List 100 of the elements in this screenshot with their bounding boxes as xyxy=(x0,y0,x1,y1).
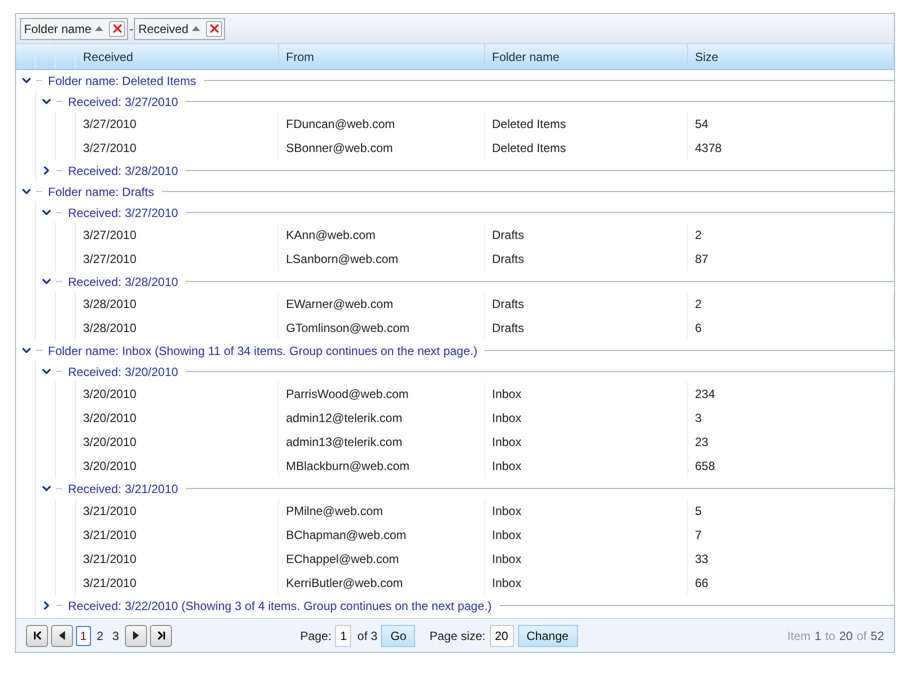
table-cell-text: EChappel@web.com xyxy=(286,551,399,568)
item-range-word: Item xyxy=(787,628,811,644)
table-cell-text: admin12@telerik.com xyxy=(286,410,402,427)
table-cell-text: 234 xyxy=(695,386,716,403)
item-range-word: of xyxy=(856,628,867,644)
group-separator: - xyxy=(129,20,134,38)
column-header[interactable]: From xyxy=(279,44,485,69)
go-button[interactable]: Go xyxy=(381,624,416,646)
table-cell-text: 66 xyxy=(695,575,708,592)
change-button[interactable]: Change xyxy=(518,624,578,646)
table-cell-text: 3/20/2010 xyxy=(83,386,136,403)
close-icon xyxy=(110,22,124,35)
column-header[interactable]: Received xyxy=(76,44,279,69)
table-cell-text: EWarner@web.com xyxy=(286,296,394,313)
table-cell-text: 2 xyxy=(695,296,702,313)
table-cell-text: Inbox xyxy=(492,575,522,592)
table-cell-text: Deleted Items xyxy=(492,140,566,157)
group-header-label: Received: 3/27/2010 xyxy=(68,94,180,110)
group-chip-label: Folder name xyxy=(24,20,92,38)
group-header-label: Received: 3/28/2010 xyxy=(68,162,180,180)
table-cell-text: 658 xyxy=(695,458,716,475)
item-range-number: 1 xyxy=(814,628,822,644)
table-cell-text: MBlackburn@web.com xyxy=(286,458,410,475)
table-cell-text: 3/21/2010 xyxy=(83,575,136,592)
group-header-label: Folder name: Inbox (Showing 11 of 34 items. Group continues on the next page.) xyxy=(48,342,478,360)
table-cell-text: Deleted Items xyxy=(492,116,566,133)
page-input[interactable]: 1 xyxy=(335,624,352,646)
column-header[interactable]: Folder name xyxy=(485,44,688,69)
table-cell-text: 6 xyxy=(695,320,702,337)
table-cell-text: LSanborn@web.com xyxy=(286,251,398,268)
table-cell-text: 3/27/2010 xyxy=(83,140,136,157)
last-page-button[interactable] xyxy=(150,624,172,646)
table-cell-text: GTomlinson@web.com xyxy=(286,320,410,337)
previous-icon xyxy=(59,631,65,640)
table-cell-text: 5 xyxy=(695,503,702,520)
page-size-label: Page size: xyxy=(429,628,486,644)
table-cell-text: KAnn@web.com xyxy=(286,227,376,244)
page-number[interactable]: 3 xyxy=(109,626,122,646)
table-cell-text: admin13@telerik.com xyxy=(286,434,402,451)
group-header-label: Received: 3/20/2010 xyxy=(68,364,180,380)
table-cell-text: Inbox xyxy=(492,386,522,403)
first-page-button[interactable] xyxy=(26,624,48,646)
group-chip[interactable]: Folder name xyxy=(20,18,128,40)
table-cell-text: 3/20/2010 xyxy=(83,458,136,475)
item-range-word: to xyxy=(825,628,836,644)
page-number[interactable]: 1 xyxy=(76,626,91,646)
table-cell-text: Inbox xyxy=(492,527,522,544)
page-number[interactable]: 2 xyxy=(94,626,106,646)
group-header-label: Received: 3/21/2010 xyxy=(68,480,180,498)
group-header-label: Received: 3/22/2010 (Showing 3 of 4 items. Group continues on the next page.) xyxy=(68,598,493,614)
table-cell-text: Inbox xyxy=(492,434,522,451)
table-cell-text: 3/27/2010 xyxy=(83,251,136,268)
table-cell-text: 3/20/2010 xyxy=(83,434,136,451)
table-cell-text: 3/28/2010 xyxy=(83,320,136,337)
table-cell-text: 3/21/2010 xyxy=(83,503,136,520)
table-cell-text: Inbox xyxy=(492,503,522,520)
table-cell-text: Drafts xyxy=(492,251,524,268)
table-cell-text: 54 xyxy=(695,116,708,133)
table-cell-text: Inbox xyxy=(492,551,522,568)
page-label: Page: xyxy=(300,628,332,644)
table-cell-text: 3/28/2010 xyxy=(83,296,136,313)
next-icon xyxy=(133,631,140,640)
column-header[interactable]: Size xyxy=(688,44,894,69)
table-cell-text: FDuncan@web.com xyxy=(286,116,395,133)
table-cell-text: SBonner@web.com xyxy=(286,140,393,157)
group-header-label: Received: 3/27/2010 xyxy=(68,204,180,222)
table-cell-text: Drafts xyxy=(492,320,524,337)
close-icon xyxy=(208,22,221,35)
table-cell-text: 4378 xyxy=(695,140,722,157)
table-cell-text: Drafts xyxy=(492,296,524,313)
table-cell-text: 7 xyxy=(695,527,702,544)
close-button[interactable] xyxy=(109,20,126,36)
table-cell-text: Drafts xyxy=(492,227,524,244)
table-cell-text: 3 xyxy=(695,410,702,427)
table-cell-text: Inbox xyxy=(492,410,522,427)
previous-page-button[interactable] xyxy=(51,624,73,646)
table-cell-text: 3/21/2010 xyxy=(83,551,136,568)
table-cell-text: KerriButler@web.com xyxy=(286,575,403,592)
table-cell-text: 2 xyxy=(695,227,702,244)
table-cell-text: 87 xyxy=(695,251,708,268)
group-chip-label: Received xyxy=(138,20,188,38)
group-header-label: Folder name: Drafts xyxy=(48,184,156,200)
close-button[interactable] xyxy=(206,20,222,36)
table-cell-text: 3/27/2010 xyxy=(83,227,136,244)
item-range-number: 20 xyxy=(839,628,853,644)
table-cell-text: 23 xyxy=(695,434,708,451)
group-header-label: Folder name: Deleted Items xyxy=(48,72,198,90)
group-chip[interactable]: Received xyxy=(134,18,226,40)
table-cell-text: 3/20/2010 xyxy=(83,410,136,427)
item-range-number: 52 xyxy=(870,628,884,644)
table-cell-text: ParrisWood@web.com xyxy=(286,386,409,403)
table-cell-text: 3/27/2010 xyxy=(83,116,136,133)
group-header-label: Received: 3/28/2010 xyxy=(68,274,180,290)
table-cell-text: BChapman@web.com xyxy=(286,527,406,544)
table-cell-text: Inbox xyxy=(492,458,522,475)
page-count: of 3 xyxy=(357,628,378,644)
next-page-button[interactable] xyxy=(125,624,148,646)
page-size-input[interactable]: 20 xyxy=(490,624,514,646)
table-cell-text: PMilne@web.com xyxy=(286,503,383,520)
table-cell-text: 3/21/2010 xyxy=(83,527,136,544)
